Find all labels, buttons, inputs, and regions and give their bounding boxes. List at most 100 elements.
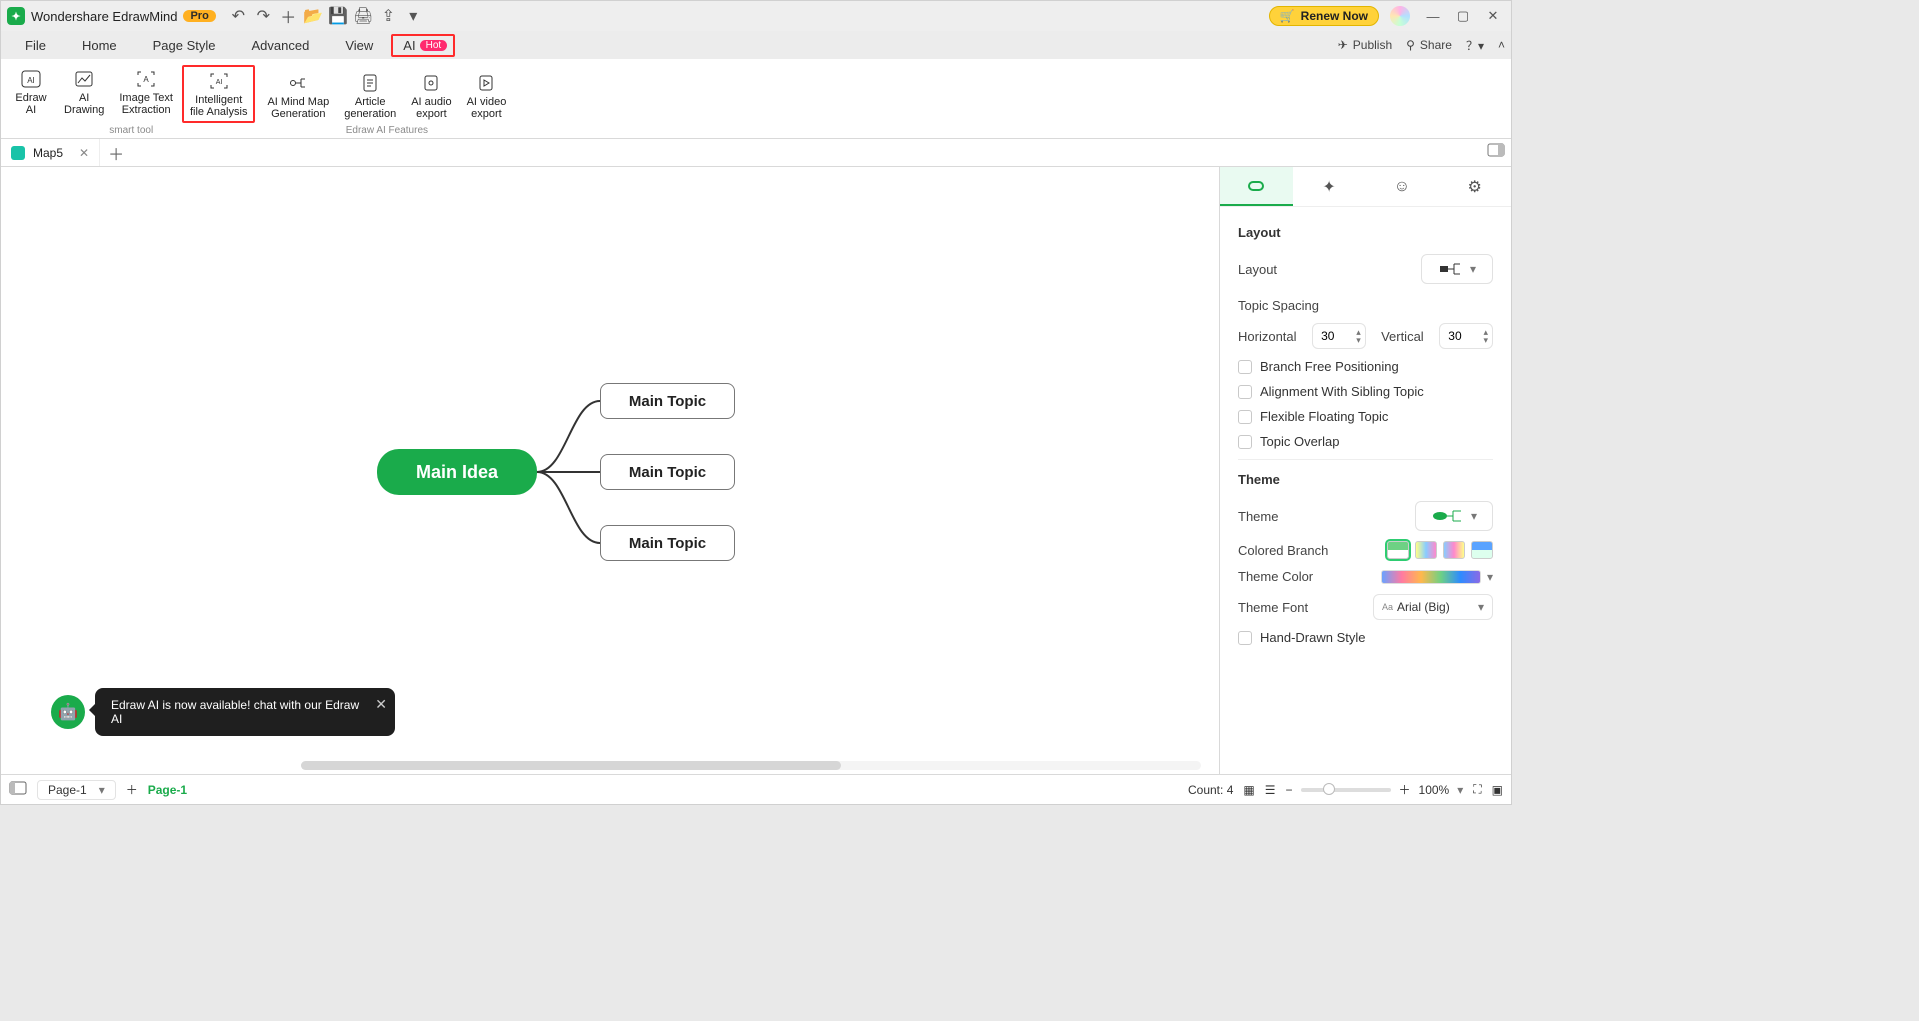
checkbox-icon — [1238, 360, 1252, 374]
page-selector[interactable]: Page-1 ▾ — [37, 780, 116, 800]
swatch-green[interactable] — [1387, 541, 1409, 559]
theme-picker[interactable]: ▾ — [1415, 501, 1493, 531]
spinner-arrows-icon[interactable]: ▴▾ — [1356, 328, 1365, 344]
side-tab-settings[interactable]: ⚙ — [1438, 167, 1511, 206]
hand-drawn-check[interactable]: Hand-Drawn Style — [1238, 630, 1493, 645]
active-page-label[interactable]: Page-1 — [148, 783, 187, 797]
swatch-blue[interactable] — [1471, 541, 1493, 559]
undo-icon[interactable]: ↶ — [230, 8, 247, 25]
zoom-slider[interactable] — [1301, 788, 1391, 792]
tool-ai-drawing[interactable]: AIDrawing — [58, 65, 110, 123]
side-tab-layout[interactable] — [1220, 167, 1293, 206]
horizontal-value[interactable] — [1313, 328, 1343, 344]
view-list-icon[interactable]: ☰ — [1265, 783, 1276, 797]
chevron-down-icon[interactable]: ▾ — [1487, 570, 1493, 584]
new-icon[interactable]: ＋ — [280, 8, 297, 25]
layout-tab-icon — [1246, 177, 1266, 195]
swatch-rainbow1[interactable] — [1415, 541, 1437, 559]
checkbox-icon — [1238, 435, 1252, 449]
menu-view[interactable]: View — [327, 34, 391, 57]
help-button[interactable]: ？▾ — [1466, 37, 1484, 54]
tool-ai-video-export[interactable]: AI videoexport — [461, 69, 513, 123]
topic-node[interactable]: Main Topic — [600, 383, 735, 419]
horizontal-spacing-input[interactable]: ▴▾ — [1312, 323, 1366, 349]
chevron-down-icon: ▾ — [1470, 262, 1476, 276]
svg-text:AI: AI — [215, 79, 222, 86]
tool-label: Intelligentfile Analysis — [190, 94, 247, 118]
emoji-icon: ☺ — [1394, 178, 1410, 196]
spinner-arrows-icon[interactable]: ▴▾ — [1483, 328, 1492, 344]
menu-home[interactable]: Home — [64, 34, 135, 57]
vertical-value[interactable] — [1440, 328, 1470, 344]
canvas-horizontal-scrollbar[interactable] — [301, 761, 1201, 770]
user-avatar[interactable] — [1389, 5, 1411, 27]
drawing-icon — [72, 68, 96, 90]
open-icon[interactable]: 📂 — [305, 8, 322, 25]
canvas[interactable]: Main Idea Main Topic Main Topic Main Top… — [1, 167, 1219, 774]
side-tab-emoji[interactable]: ☺ — [1366, 167, 1439, 206]
main-idea-node[interactable]: Main Idea — [377, 449, 537, 495]
vertical-spacing-input[interactable]: ▴▾ — [1439, 323, 1493, 349]
renew-button[interactable]: 🛒 Renew Now — [1269, 6, 1379, 26]
flexible-floating-check[interactable]: Flexible Floating Topic — [1238, 409, 1493, 424]
tool-label: AI Mind MapGeneration — [267, 96, 329, 120]
publish-button[interactable]: ✈ Publish — [1338, 38, 1392, 52]
minimize-button[interactable]: — — [1421, 6, 1445, 26]
outline-toggle-icon[interactable] — [9, 781, 27, 798]
chevron-down-icon[interactable]: ▾ — [1457, 783, 1463, 797]
group-label-ai-features: Edraw AI Features — [346, 125, 428, 136]
hand-drawn-label: Hand-Drawn Style — [1260, 630, 1366, 645]
side-tab-style[interactable]: ✦ — [1293, 167, 1366, 206]
swatch-rainbow2[interactable] — [1443, 541, 1465, 559]
tool-ai-audio-export[interactable]: AI audioexport — [405, 69, 457, 123]
redo-icon[interactable]: ↷ — [255, 8, 272, 25]
layout-picker[interactable]: ▾ — [1421, 254, 1493, 284]
ai-assistant-button[interactable]: 🤖 — [51, 695, 85, 729]
fullscreen-icon[interactable]: ▣ — [1492, 783, 1503, 797]
document-tab[interactable]: Map5 ✕ — [1, 139, 100, 166]
add-page-button[interactable]: ＋ — [126, 781, 138, 798]
theme-color-label: Theme Color — [1238, 569, 1313, 584]
close-tab-icon[interactable]: ✕ — [79, 146, 89, 160]
menu-ai[interactable]: AI Hot — [391, 34, 455, 57]
print-icon[interactable]: 🖨 — [355, 8, 372, 25]
share-label: Share — [1420, 38, 1452, 52]
tool-intelligent-file-analysis[interactable]: AI Intelligentfile Analysis — [182, 65, 255, 123]
topic-node[interactable]: Main Topic — [600, 454, 735, 490]
add-tab-button[interactable]: ＋ — [100, 141, 132, 165]
toggle-panel-button[interactable] — [1487, 143, 1505, 162]
menu-advanced[interactable]: Advanced — [234, 34, 328, 57]
zoom-in-button[interactable]: ＋ — [1399, 781, 1411, 798]
collapse-ribbon-button[interactable]: ˄ — [1498, 38, 1505, 52]
zoom-out-button[interactable]: − — [1285, 783, 1292, 797]
qa-dropdown-icon[interactable]: ▾ — [405, 8, 422, 25]
ai-toast-text: Edraw AI is now available! chat with our… — [111, 698, 359, 726]
ribbon-group-smart-tool: AI EdrawAI AIDrawing A Image TextExtract… — [7, 65, 255, 136]
fit-screen-icon[interactable]: ⛶ — [1473, 782, 1481, 797]
theme-font-select[interactable]: AaArial (Big) ▾ — [1373, 594, 1493, 620]
tool-edraw-ai[interactable]: AI EdrawAI — [7, 65, 55, 123]
tool-image-text-extraction[interactable]: A Image TextExtraction — [113, 65, 179, 123]
tool-article-generation[interactable]: Articlegeneration — [338, 69, 402, 123]
topic-node[interactable]: Main Topic — [600, 525, 735, 561]
theme-preview-icon — [1431, 507, 1465, 525]
app-title: Wondershare EdrawMind — [31, 9, 177, 24]
topic-overlap-check[interactable]: Topic Overlap — [1238, 434, 1493, 449]
tool-ai-mindmap-generation[interactable]: AI Mind MapGeneration — [261, 69, 335, 123]
ribbon-group-ai-features: AI Mind MapGeneration Articlegeneration … — [261, 69, 512, 136]
close-button[interactable]: ✕ — [1481, 6, 1505, 26]
share-button[interactable]: ⚲ Share — [1406, 38, 1452, 52]
close-toast-icon[interactable]: ✕ — [375, 696, 387, 713]
app-logo-icon: ✦ — [7, 7, 25, 25]
align-sibling-check[interactable]: Alignment With Sibling Topic — [1238, 384, 1493, 399]
zoom-slider-knob[interactable] — [1323, 783, 1335, 795]
theme-color-bar[interactable] — [1381, 570, 1481, 584]
save-icon[interactable]: 💾 — [330, 8, 347, 25]
branch-free-check[interactable]: Branch Free Positioning — [1238, 359, 1493, 374]
scrollbar-thumb[interactable] — [301, 761, 841, 770]
menu-file[interactable]: File — [7, 34, 64, 57]
maximize-button[interactable]: ▢ — [1451, 6, 1475, 26]
menu-page-style[interactable]: Page Style — [135, 34, 234, 57]
export-icon[interactable]: ⇪ — [380, 8, 397, 25]
view-grid-icon[interactable]: ▦ — [1243, 783, 1254, 797]
